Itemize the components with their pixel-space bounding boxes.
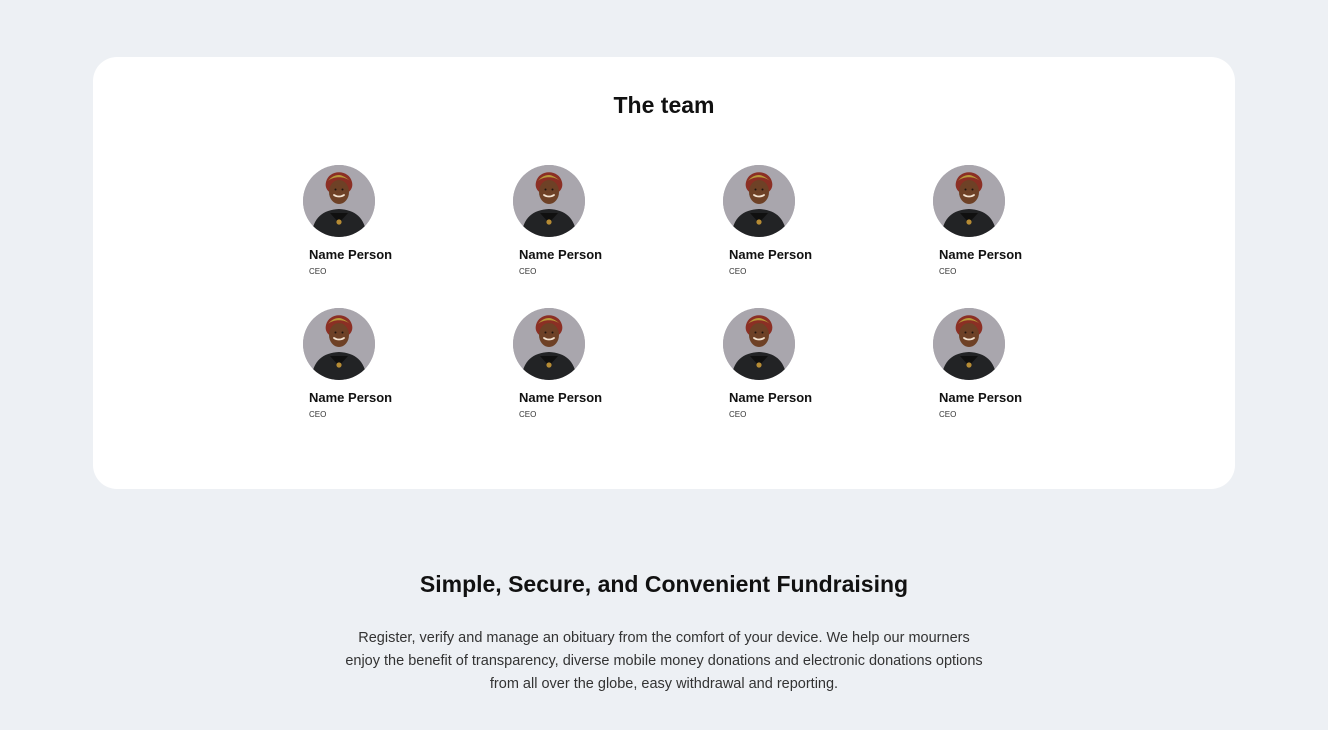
member-role: CEO	[309, 267, 327, 276]
avatar	[723, 165, 795, 237]
member-name: Name Person	[519, 390, 603, 405]
team-title: The team	[613, 92, 715, 118]
avatar	[933, 308, 1005, 380]
avatar	[303, 308, 375, 380]
member-name: Name Person	[729, 390, 813, 405]
member-name: Name Person	[939, 390, 1023, 405]
avatar	[933, 165, 1005, 237]
member-role: CEO	[519, 410, 537, 419]
avatar	[303, 165, 375, 237]
member-role: CEO	[939, 267, 957, 276]
member-role: CEO	[729, 410, 747, 419]
avatar	[513, 308, 585, 380]
member-role: CEO	[729, 267, 747, 276]
fundraising-description: Register, verify and manage an obituary …	[345, 630, 983, 692]
team-section	[93, 57, 1235, 489]
member-name: Name Person	[729, 247, 813, 262]
member-name: Name Person	[309, 390, 393, 405]
member-name: Name Person	[309, 247, 393, 262]
member-role: CEO	[309, 410, 327, 419]
member-name: Name Person	[939, 247, 1023, 262]
fundraising-title: Simple, Secure, and Convenient Fundraisi…	[419, 571, 909, 597]
member-role: CEO	[519, 267, 537, 276]
member-role: CEO	[939, 410, 957, 419]
avatar	[513, 165, 585, 237]
member-name: Name Person	[519, 247, 603, 262]
avatar	[723, 308, 795, 380]
